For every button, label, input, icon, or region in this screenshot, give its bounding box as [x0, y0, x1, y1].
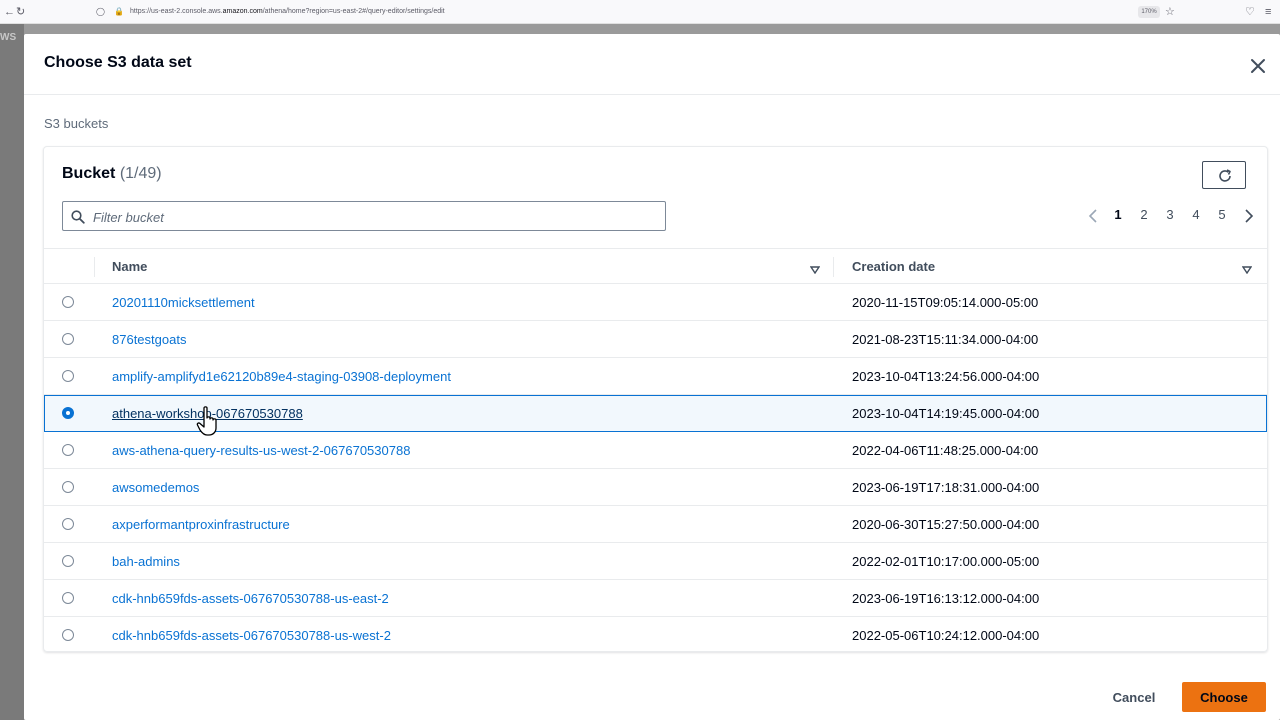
column-header-creation-date[interactable]: Creation date — [852, 259, 935, 274]
table-row[interactable]: bah-admins 2022-02-01T10:17:00.000-05:00 — [44, 543, 1267, 580]
bucket-name-link[interactable]: cdk-hnb659fds-assets-067670530788-us-eas… — [112, 591, 389, 606]
address-bar[interactable]: ◯ 🔒 https://us-east-2.console.aws.amazon… — [90, 3, 1190, 21]
bucket-count: (1/49) — [119, 165, 162, 182]
row-radio[interactable] — [62, 592, 74, 604]
bucket-heading-label: Bucket — [62, 165, 116, 182]
back-icon[interactable]: ← — [4, 5, 15, 19]
filter-bucket-field[interactable] — [62, 201, 666, 231]
column-divider — [833, 257, 834, 277]
shield-icon: ◯ — [96, 7, 105, 16]
close-icon — [1251, 59, 1265, 73]
modal-title: Choose S3 data set — [44, 54, 192, 71]
bucket-name-link[interactable]: bah-admins — [112, 554, 180, 569]
choose-s3-dataset-modal: Choose S3 data set S3 buckets Bucket (1/… — [24, 34, 1280, 720]
creation-date-cell: 2021-08-23T15:11:34.000-04:00 — [852, 332, 1039, 347]
row-radio[interactable] — [62, 518, 74, 530]
pocket-icon[interactable]: ♡ — [1245, 5, 1255, 19]
bucket-name-link[interactable]: 20201110micksettlement — [112, 295, 255, 310]
refresh-icon — [1219, 169, 1231, 182]
page-3-button[interactable]: 3 — [1160, 207, 1180, 222]
table-row[interactable]: 876testgoats 2021-08-23T15:11:34.000-04:… — [44, 321, 1267, 358]
sort-name-icon[interactable] — [809, 261, 821, 279]
sort-date-icon[interactable] — [1241, 261, 1253, 279]
chevron-right-icon — [1245, 209, 1254, 223]
creation-date-cell: 2020-06-30T15:27:50.000-04:00 — [852, 517, 1040, 532]
column-header-name[interactable]: Name — [112, 259, 147, 274]
creation-date-cell: 2023-06-19T17:18:31.000-04:00 — [852, 480, 1040, 495]
chevron-left-icon — [1088, 209, 1097, 223]
page-1-button[interactable]: 1 — [1108, 207, 1128, 222]
menu-icon[interactable]: ≡ — [1265, 5, 1271, 19]
refresh-button[interactable] — [1202, 161, 1246, 189]
table-row[interactable]: 20201110micksettlement 2020-11-15T09:05:… — [44, 284, 1267, 321]
creation-date-cell: 2020-11-15T09:05:14.000-05:00 — [852, 295, 1039, 310]
page-2-button[interactable]: 2 — [1134, 207, 1154, 222]
bucket-name-link[interactable]: amplify-amplifyd1e62120b89e4-staging-039… — [112, 369, 451, 384]
row-radio[interactable] — [62, 296, 74, 308]
prev-page-button[interactable] — [1088, 208, 1098, 229]
background-sidebar: WS — [0, 24, 24, 720]
table-row[interactable]: awsomedemos 2023-06-19T17:18:31.000-04:0… — [44, 469, 1267, 506]
table-row[interactable]: axperformantproxinfrastructure 2020-06-3… — [44, 506, 1267, 543]
reload-icon[interactable]: ↻ — [16, 5, 25, 19]
modal-footer: Cancel Choose — [24, 674, 1280, 714]
table-row-selected[interactable]: athena-workshop-067670530788 2023-10-04T… — [44, 395, 1267, 432]
choose-button[interactable]: Choose — [1182, 682, 1266, 712]
lock-icon: 🔒 — [114, 7, 124, 16]
row-radio-selected[interactable] — [62, 407, 74, 419]
creation-date-cell: 2022-05-06T10:24:12.000-04:00 — [852, 628, 1040, 643]
bucket-name-link[interactable]: aws-athena-query-results-us-west-2-06767… — [112, 443, 410, 458]
zoom-level-badge[interactable]: 170% — [1138, 6, 1160, 18]
bucket-name-link[interactable]: awsomedemos — [112, 480, 199, 495]
close-button[interactable] — [1248, 56, 1268, 76]
row-radio[interactable] — [62, 444, 74, 456]
hand-cursor-icon — [196, 406, 217, 436]
search-icon — [71, 210, 85, 224]
creation-date-cell: 2023-06-19T16:13:12.000-04:00 — [852, 591, 1040, 606]
url-text: https://us-east-2.console.aws.amazon.com… — [130, 8, 445, 15]
bucket-name-link[interactable]: 876testgoats — [112, 332, 186, 347]
filter-bucket-input[interactable] — [91, 203, 655, 231]
row-radio[interactable] — [62, 555, 74, 567]
bucket-heading: Bucket (1/49) — [62, 165, 162, 183]
row-radio[interactable] — [62, 333, 74, 345]
bucket-rows: 20201110micksettlement 2020-11-15T09:05:… — [44, 284, 1267, 651]
section-label: S3 buckets — [44, 116, 109, 131]
table-row[interactable]: cdk-hnb659fds-assets-067670530788-us-wes… — [44, 617, 1267, 651]
creation-date-cell: 2022-04-06T11:48:25.000-04:00 — [852, 443, 1039, 458]
table-header: Name Creation date — [44, 248, 1267, 284]
table-row[interactable]: amplify-amplifyd1e62120b89e4-staging-039… — [44, 358, 1267, 395]
creation-date-cell: 2023-10-04T14:19:45.000-04:00 — [852, 406, 1040, 421]
bookmark-star-icon[interactable]: ☆ — [1165, 5, 1175, 19]
row-radio[interactable] — [62, 481, 74, 493]
page-5-button[interactable]: 5 — [1212, 207, 1232, 222]
aws-logo: WS — [0, 32, 17, 43]
creation-date-cell: 2023-10-04T13:24:56.000-04:00 — [852, 369, 1040, 384]
page-4-button[interactable]: 4 — [1186, 207, 1206, 222]
bucket-name-link[interactable]: cdk-hnb659fds-assets-067670530788-us-wes… — [112, 628, 391, 643]
browser-toolbar: ← ↻ ◯ 🔒 https://us-east-2.console.aws.am… — [0, 0, 1280, 24]
modal-header: Choose S3 data set — [24, 34, 1280, 95]
bucket-table-container: Bucket (1/49) 1 2 3 4 — [43, 146, 1268, 652]
table-row[interactable]: cdk-hnb659fds-assets-067670530788-us-eas… — [44, 580, 1267, 617]
next-page-button[interactable] — [1244, 208, 1254, 229]
column-divider — [94, 257, 95, 277]
table-row[interactable]: aws-athena-query-results-us-west-2-06767… — [44, 432, 1267, 469]
creation-date-cell: 2022-02-01T10:17:00.000-05:00 — [852, 554, 1040, 569]
bucket-name-link[interactable]: axperformantproxinfrastructure — [112, 517, 290, 532]
row-radio[interactable] — [62, 629, 74, 641]
row-radio[interactable] — [62, 370, 74, 382]
cancel-button[interactable]: Cancel — [1104, 682, 1164, 712]
